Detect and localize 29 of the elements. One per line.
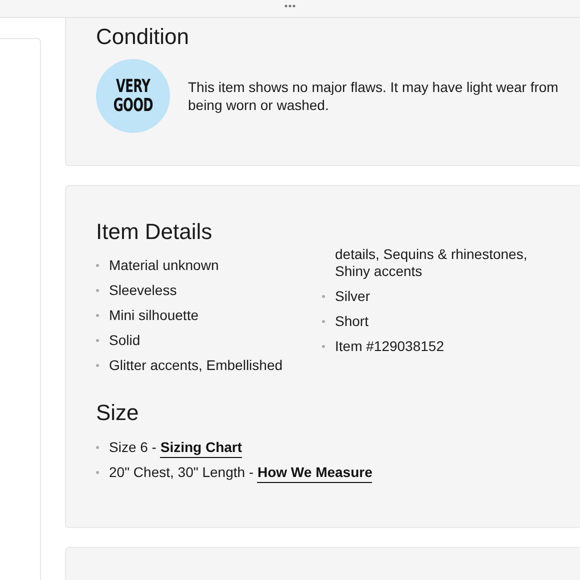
detail-item: Mini silhouette [109, 307, 198, 324]
detail-item: Sleeveless [109, 282, 177, 299]
section-title: Size [96, 400, 140, 426]
size-link[interactable]: Sizing Chart [160, 439, 242, 458]
detail-item: Silver [335, 288, 370, 305]
detail-item: Short [335, 313, 368, 330]
detail-item: Item #129038152 [335, 338, 444, 355]
bullet-icon [96, 446, 99, 449]
size-item: 20" Chest, 30" Length - How We Measure [109, 464, 372, 481]
detail-item: details, Sequins & rhinestones, Shiny accents [335, 246, 528, 280]
detail-item: Material unknown [109, 257, 219, 274]
condition-badge: VERY GOOD [96, 59, 170, 133]
bullet-icon [96, 471, 99, 474]
bullet-icon [322, 320, 325, 323]
more-icon[interactable] [284, 4, 296, 8]
bullet-icon [96, 289, 99, 292]
bullet-icon [96, 264, 99, 267]
size-item: Size 6 - Sizing Chart [109, 439, 242, 456]
section-title: Condition [96, 24, 190, 50]
bullet-icon [322, 295, 325, 298]
detail-item: Glitter accents, Embellished [109, 357, 283, 374]
section-title: Item Details [96, 219, 214, 245]
size-link[interactable]: How We Measure [257, 464, 372, 483]
bullet-icon [96, 314, 99, 317]
condition-description: This item shows no major flaws. It may have light wear from being worn or washed. [188, 78, 560, 114]
bullet-icon [96, 339, 99, 342]
detail-item: Solid [109, 332, 140, 349]
bullet-icon [96, 364, 99, 367]
bullet-icon [322, 345, 325, 348]
